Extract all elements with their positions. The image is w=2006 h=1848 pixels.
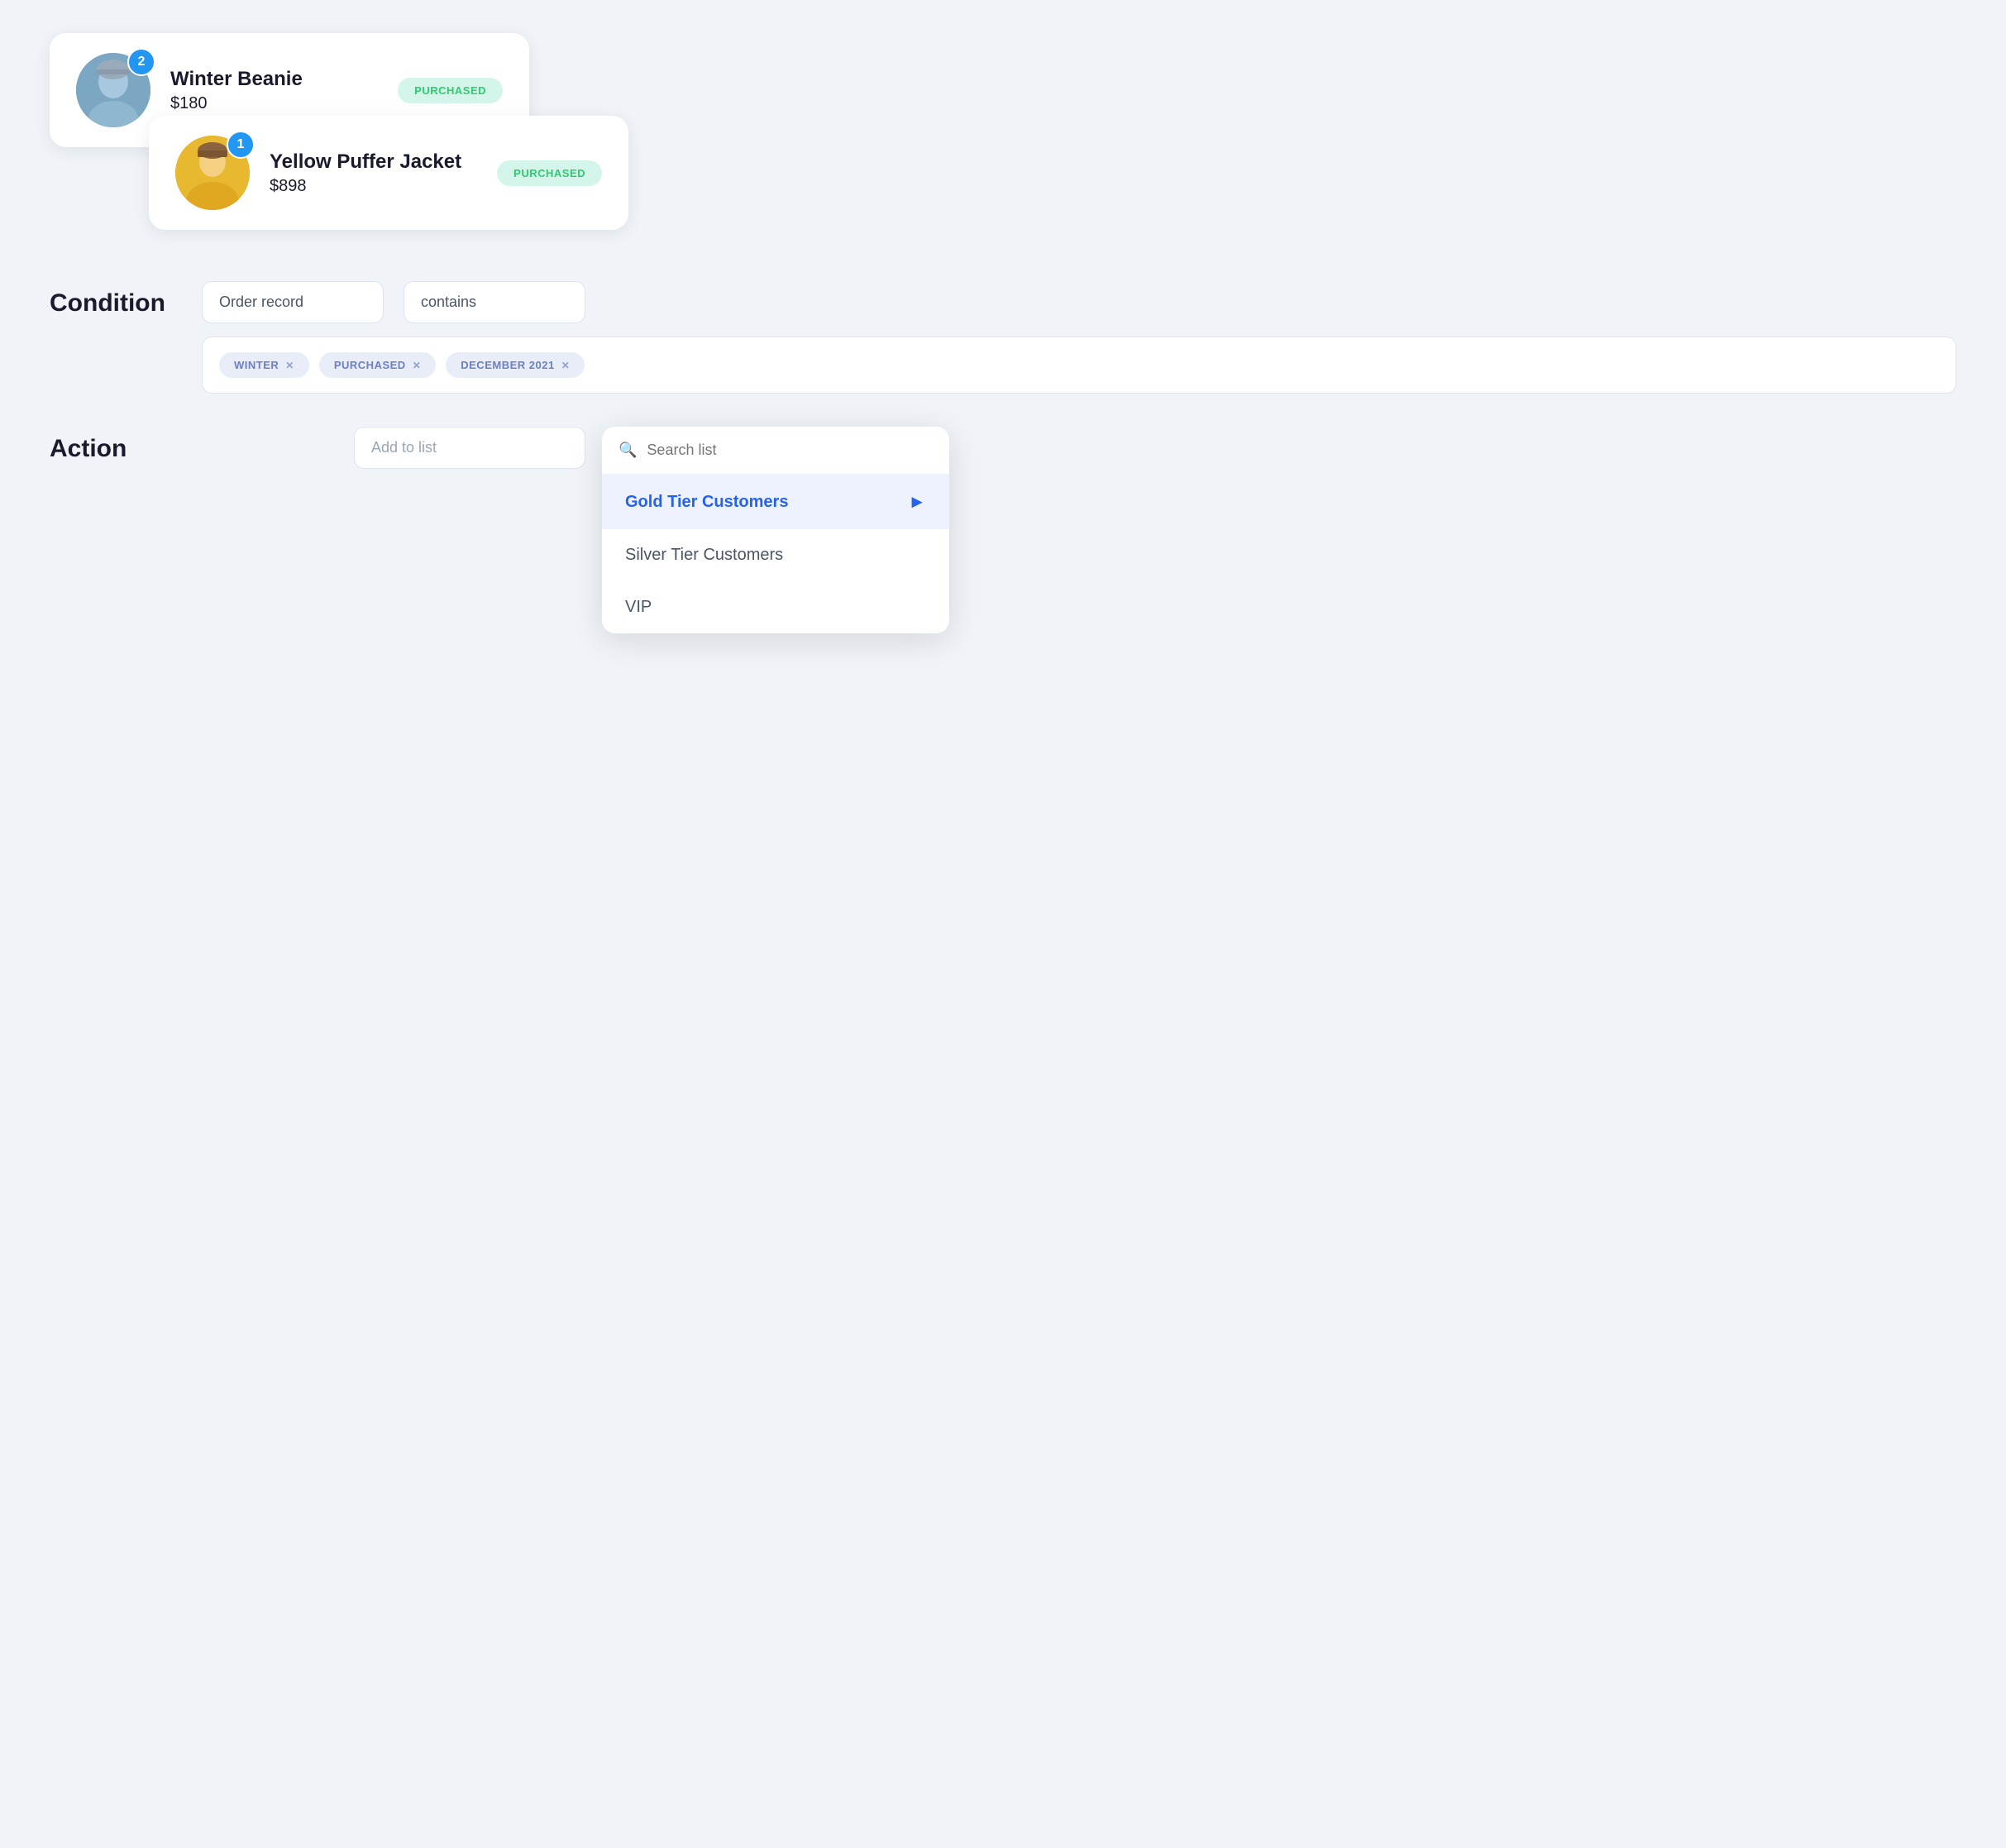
- product-card-yellow-jacket: 1 Yellow Puffer Jacket $898 PURCHASED: [149, 116, 628, 230]
- action-label: Action: [50, 427, 182, 463]
- action-section: Action Add to list 🔍 Gold Tier Customers…: [50, 427, 1956, 633]
- condition-field1[interactable]: Order record: [202, 281, 384, 323]
- product-info-back: Winter Beanie $180: [170, 68, 378, 113]
- tag-winter[interactable]: WINTER ✕: [219, 352, 309, 378]
- action-row: Action Add to list 🔍 Gold Tier Customers…: [50, 427, 1956, 633]
- tag-december-label: DECEMBER 2021: [461, 359, 554, 371]
- dropdown-container: 🔍 Gold Tier Customers ► Silver Tier Cust…: [602, 427, 949, 633]
- action-field[interactable]: Add to list: [354, 427, 585, 469]
- tag-winter-label: WINTER: [234, 359, 279, 371]
- condition-tags-row: WINTER ✕ PURCHASED ✕ DECEMBER 2021 ✕: [202, 337, 1956, 394]
- product-price-back: $180: [170, 94, 378, 113]
- condition-label: Condition: [50, 281, 182, 318]
- tag-purchased-close[interactable]: ✕: [413, 360, 422, 371]
- product-cards-area: 2 Winter Beanie $180 PURCHASED 1 Y: [50, 33, 1956, 248]
- dropdown-item-silver-label: Silver Tier Customers: [625, 546, 783, 565]
- status-badge-back: PURCHASED: [398, 78, 503, 103]
- product-name-front: Yellow Puffer Jacket: [270, 150, 477, 174]
- dropdown-item-gold[interactable]: Gold Tier Customers ►: [602, 475, 949, 529]
- status-badge-front: PURCHASED: [497, 160, 602, 186]
- tag-december-close[interactable]: ✕: [561, 360, 571, 371]
- tag-purchased[interactable]: PURCHASED ✕: [319, 352, 436, 378]
- cursor-arrow-icon: ►: [908, 491, 926, 513]
- badge-back: 2: [127, 48, 155, 76]
- product-name-back: Winter Beanie: [170, 68, 378, 91]
- tag-winter-close[interactable]: ✕: [285, 360, 294, 371]
- condition-section: Condition Order record contains WINTER ✕…: [50, 281, 1956, 394]
- dropdown-item-gold-label: Gold Tier Customers: [625, 493, 788, 512]
- dropdown-search-row: 🔍: [602, 427, 949, 475]
- avatar-wrap-back: 2: [76, 53, 150, 127]
- search-list-input[interactable]: [647, 442, 933, 459]
- product-price-front: $898: [270, 177, 477, 196]
- dropdown-item-vip[interactable]: VIP: [602, 581, 949, 633]
- dropdown-item-silver[interactable]: Silver Tier Customers: [602, 529, 949, 581]
- dropdown-item-vip-label: VIP: [625, 598, 652, 617]
- avatar-wrap-front: 1: [175, 136, 250, 210]
- action-content: Add to list 🔍 Gold Tier Customers ► Silv…: [354, 427, 949, 633]
- condition-row: Condition Order record contains: [50, 281, 1956, 323]
- tag-december[interactable]: DECEMBER 2021 ✕: [446, 352, 585, 378]
- product-info-front: Yellow Puffer Jacket $898: [270, 150, 477, 196]
- list-dropdown: 🔍 Gold Tier Customers ► Silver Tier Cust…: [602, 427, 949, 633]
- badge-front: 1: [227, 131, 255, 159]
- search-icon: 🔍: [619, 442, 637, 459]
- condition-field2[interactable]: contains: [404, 281, 585, 323]
- tag-purchased-label: PURCHASED: [334, 359, 406, 371]
